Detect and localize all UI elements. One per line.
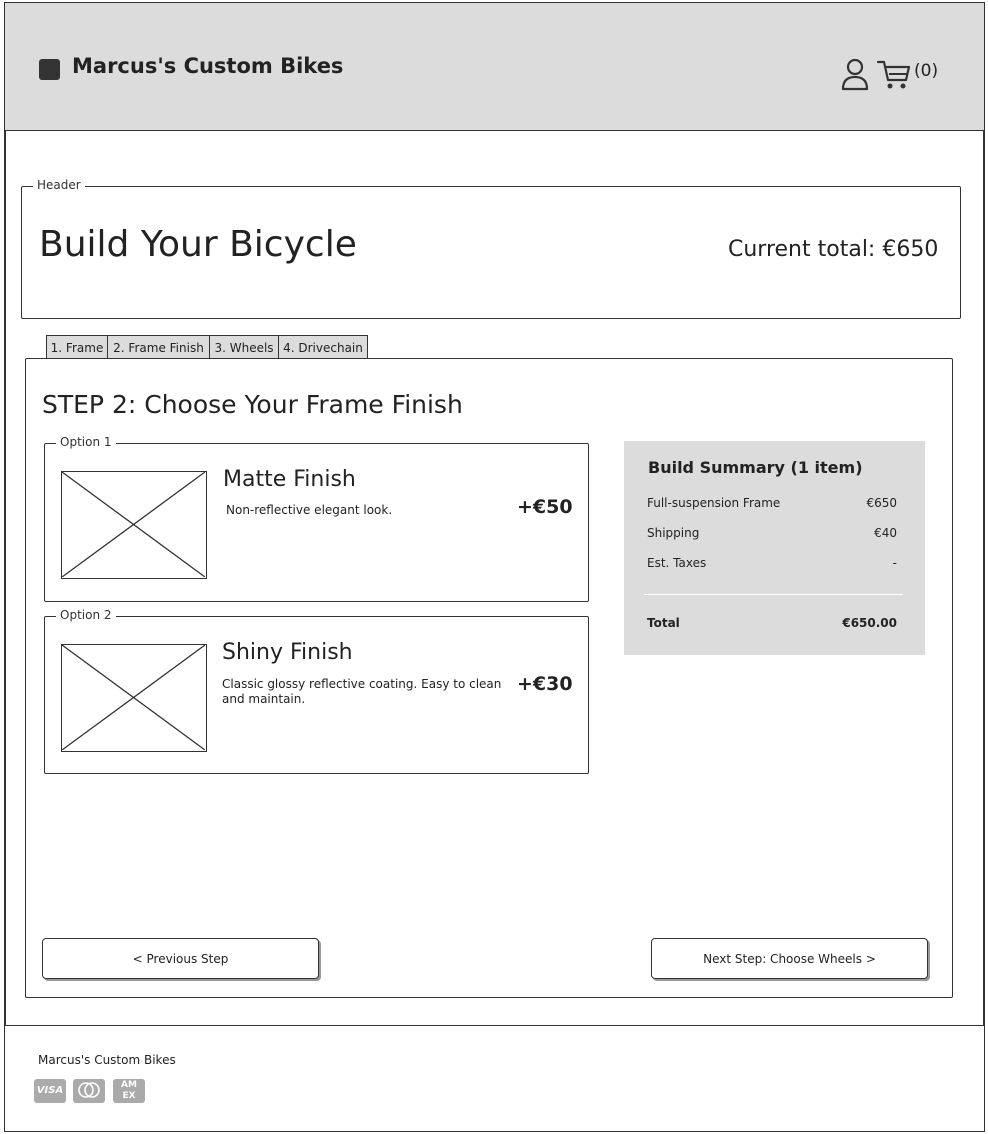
- summary-title: Build Summary (1 item): [648, 458, 863, 477]
- option-price: +€50: [517, 496, 573, 518]
- page-title: Build Your Bicycle: [39, 224, 357, 265]
- page-border-left: [4, 131, 6, 1026]
- summary-line-label: Est. Taxes: [647, 556, 707, 570]
- summary-line-value: €40: [874, 526, 897, 540]
- mastercard-icon: [73, 1079, 105, 1103]
- header-legend: Header: [33, 178, 85, 192]
- summary-line-value: €650: [866, 496, 897, 510]
- previous-step-button[interactable]: < Previous Step: [42, 938, 319, 979]
- logo-square-icon: [39, 59, 60, 80]
- step-title: STEP 2: Choose Your Frame Finish: [42, 390, 463, 419]
- cart-count[interactable]: (0): [914, 61, 938, 81]
- summary-line-value: -: [892, 556, 897, 570]
- tab-frame[interactable]: 1. Frame: [46, 335, 108, 359]
- option-price: +€30: [517, 673, 573, 695]
- footer-brand: Marcus's Custom Bikes: [38, 1053, 176, 1067]
- amex-icon: AM EX: [113, 1079, 145, 1103]
- page-border-right: [983, 131, 985, 1026]
- user-icon[interactable]: [839, 56, 871, 92]
- image-placeholder: [61, 644, 207, 752]
- visa-icon: VISA: [34, 1079, 66, 1103]
- option-description: Non-reflective elegant look.: [226, 503, 393, 517]
- current-total: Current total: €650: [728, 237, 939, 262]
- option-description: Classic glossy reflective coating. Easy …: [222, 677, 502, 706]
- image-placeholder: [61, 471, 207, 579]
- footer: [4, 1025, 985, 1132]
- cart-icon[interactable]: [876, 58, 912, 90]
- next-step-button[interactable]: Next Step: Choose Wheels >: [651, 938, 928, 979]
- tab-frame-finish[interactable]: 2. Frame Finish: [107, 335, 210, 359]
- brand-name[interactable]: Marcus's Custom Bikes: [72, 54, 343, 78]
- summary-divider: [644, 594, 903, 595]
- option-legend: Option 1: [56, 435, 116, 449]
- summary-total-label: Total: [647, 616, 680, 630]
- summary-total-value: €650.00: [842, 616, 897, 630]
- option-legend: Option 2: [56, 608, 116, 622]
- summary-line-label: Full-suspension Frame: [647, 496, 781, 510]
- option-title: Matte Finish: [223, 467, 356, 492]
- summary-line-label: Shipping: [647, 526, 700, 540]
- tab-wheels[interactable]: 3. Wheels: [209, 335, 279, 359]
- tab-drivechain[interactable]: 4. Drivechain: [278, 335, 368, 359]
- option-title: Shiny Finish: [222, 640, 353, 665]
